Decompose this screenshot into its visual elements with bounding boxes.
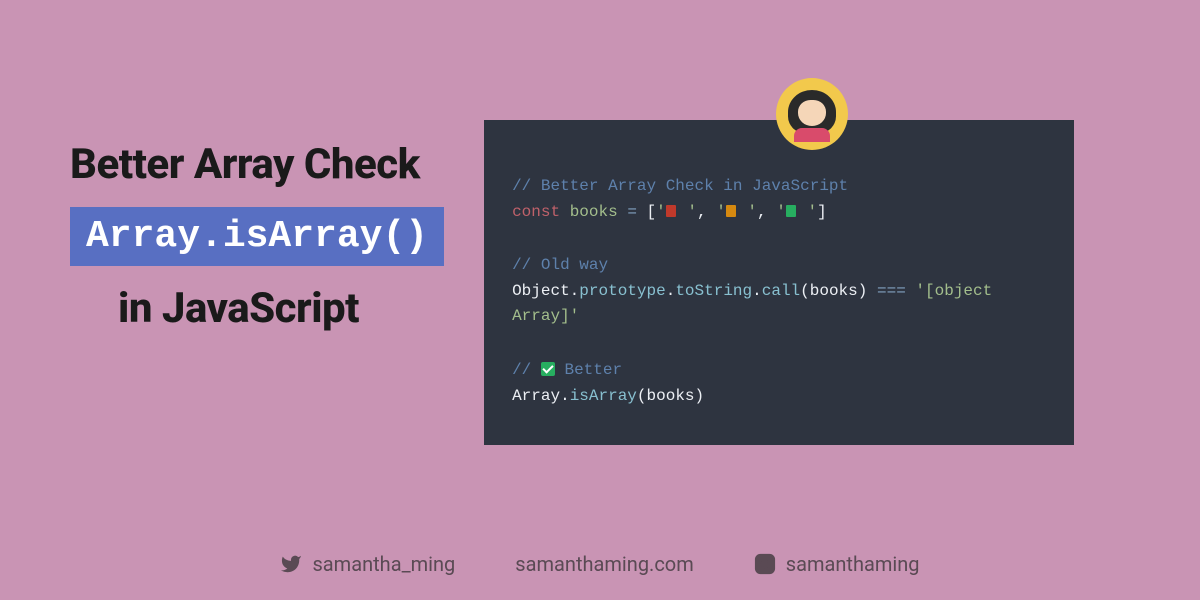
code-line-comment-2: // Old way — [512, 253, 1046, 279]
book-red-icon — [666, 205, 676, 217]
book-green-icon — [786, 205, 796, 217]
code-line-comment-3: // Better — [512, 358, 1046, 384]
instagram-icon — [754, 553, 776, 575]
check-icon — [541, 362, 555, 376]
footer-instagram-handle: samanthaming — [786, 552, 920, 576]
book-orange-icon — [726, 205, 736, 217]
footer-twitter[interactable]: samantha_ming — [280, 552, 455, 576]
code-line-comment-1: // Better Array Check in JavaScript — [512, 174, 1046, 200]
code-line-oldway: Object.prototype.toString.call(books) ==… — [512, 279, 1046, 330]
footer-twitter-handle: samantha_ming — [312, 552, 455, 576]
title-line-3: in JavaScript — [70, 284, 444, 333]
main-content: Better Array Check Array.isArray() in Ja… — [0, 0, 1200, 445]
code-line-const: const books = [' ', ' ', ' '] — [512, 200, 1046, 226]
title-block: Better Array Check Array.isArray() in Ja… — [70, 120, 444, 333]
footer-instagram[interactable]: samanthaming — [754, 552, 920, 576]
code-panel-wrap: // Better Array Check in JavaScript cons… — [484, 120, 1140, 445]
twitter-icon — [280, 553, 302, 575]
title-line-1: Better Array Check — [70, 140, 444, 189]
footer-site[interactable]: samanthaming.com — [515, 552, 693, 576]
code-line-better: Array.isArray(books) — [512, 384, 1046, 410]
footer: samantha_ming samanthaming.com samantham… — [0, 552, 1200, 576]
avatar — [776, 78, 848, 150]
title-highlight: Array.isArray() — [70, 207, 444, 266]
avatar-face — [788, 90, 836, 138]
code-block: // Better Array Check in JavaScript cons… — [484, 120, 1074, 445]
footer-site-text: samanthaming.com — [515, 552, 693, 576]
